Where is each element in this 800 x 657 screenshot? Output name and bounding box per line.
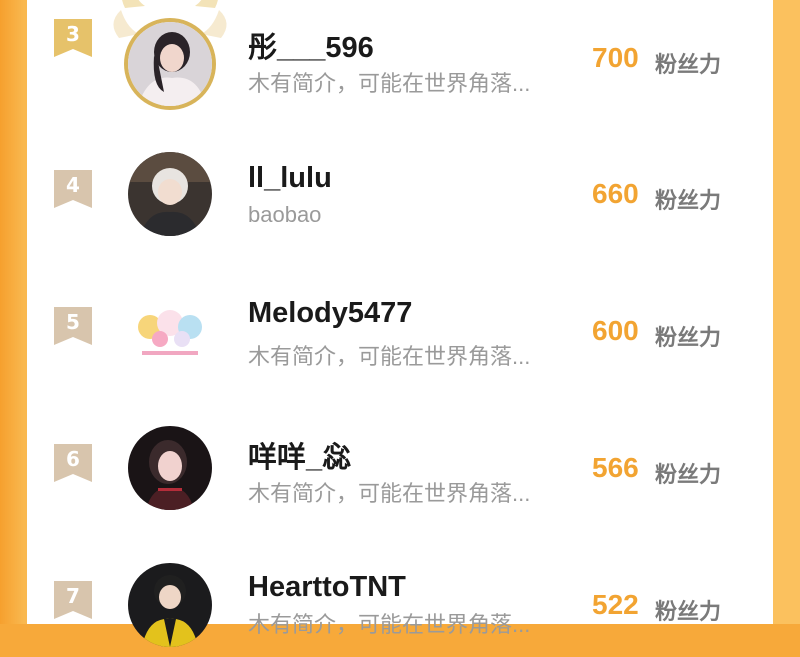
fan-power-score: 600 bbox=[592, 315, 639, 346]
rank-badge-icon: 7 bbox=[54, 581, 92, 619]
user-name[interactable]: Melody5477 bbox=[248, 297, 412, 330]
page-frame: 3 彤___596 木有简介，可能在世界角落... 700 粉丝力 4 ll_l… bbox=[0, 0, 800, 647]
ranking-row[interactable]: 4 ll_lulu baobao 660 粉丝力 bbox=[27, 110, 773, 246]
user-bio: 木有简介，可能在世界角落... bbox=[248, 612, 531, 637]
user-name[interactable]: HearttoTNT bbox=[248, 571, 406, 604]
ranking-card: 3 彤___596 木有简介，可能在世界角落... 700 粉丝力 4 ll_l… bbox=[27, 0, 773, 647]
ranking-row[interactable]: 6 咩咩_惢 木有简介，可能在世界角落... 566 粉丝力 bbox=[27, 384, 773, 520]
rank-number: 4 bbox=[66, 173, 80, 197]
fan-power-score: 660 bbox=[592, 178, 639, 209]
rank-badge-icon: 3 bbox=[54, 19, 92, 57]
user-name[interactable]: ll_lulu bbox=[248, 162, 332, 195]
fan-power-label: 粉丝力 bbox=[655, 325, 722, 350]
fan-power-label: 粉丝力 bbox=[655, 599, 722, 624]
rank-badge-icon: 4 bbox=[54, 170, 92, 208]
avatar[interactable] bbox=[128, 152, 212, 236]
avatar[interactable] bbox=[128, 289, 212, 373]
fan-power-score: 522 bbox=[592, 589, 639, 620]
fan-power-score: 566 bbox=[592, 452, 639, 483]
user-name[interactable]: 咩咩_惢 bbox=[248, 434, 351, 476]
avatar[interactable] bbox=[128, 563, 212, 647]
avatar[interactable] bbox=[128, 426, 212, 510]
user-bio: baobao bbox=[248, 202, 322, 227]
ranking-row[interactable]: 3 彤___596 木有简介，可能在世界角落... 700 粉丝力 bbox=[27, 0, 773, 110]
rank-number: 7 bbox=[66, 584, 80, 608]
rank-number: 5 bbox=[66, 310, 80, 334]
rank-number: 6 bbox=[66, 447, 80, 471]
fan-power-label: 粉丝力 bbox=[655, 52, 722, 77]
user-bio: 木有简介，可能在世界角落... bbox=[248, 481, 531, 506]
user-bio: 木有简介，可能在世界角落... bbox=[248, 71, 531, 96]
user-name[interactable]: 彤___596 bbox=[248, 24, 374, 66]
rank-number: 3 bbox=[66, 22, 80, 46]
rank-badge-icon: 5 bbox=[54, 307, 92, 345]
fan-power-score: 700 bbox=[592, 42, 639, 73]
user-bio: 木有简介，可能在世界角落... bbox=[248, 344, 531, 369]
ranking-row[interactable]: 7 HearttoTNT 木有简介，可能在世界角落... 522 粉丝力 bbox=[27, 521, 773, 657]
fan-power-label: 粉丝力 bbox=[655, 462, 722, 487]
avatar[interactable] bbox=[128, 22, 212, 106]
rank-badge-icon: 6 bbox=[54, 444, 92, 482]
fan-power-label: 粉丝力 bbox=[655, 188, 722, 213]
ranking-row[interactable]: 5 Melody5477 木有简介，可能在世界角落... 600 粉丝力 bbox=[27, 247, 773, 383]
